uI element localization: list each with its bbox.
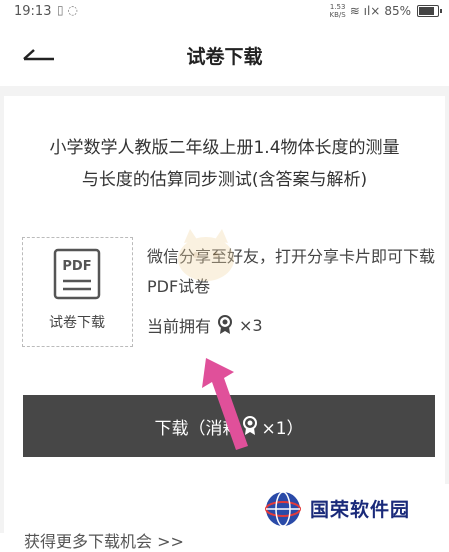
nav-bar: 试卷下载 <box>0 24 449 86</box>
download-card: 小学数学人教版二年级上册1.4物体长度的测量 与长度的估算同步测试(含答案与解析… <box>4 96 445 551</box>
more-downloads-link[interactable]: 获得更多下载机会 >> <box>24 528 184 552</box>
pdf-icon-text: PDF <box>62 259 91 274</box>
pointer-arrow-icon <box>202 358 248 450</box>
owned-count-row: 当前拥有 ×3 <box>147 313 263 337</box>
battery-icon <box>417 5 442 17</box>
download-button-suffix: ×1） <box>261 418 304 439</box>
network-speed-value: 1.53 <box>329 3 346 11</box>
status-time: 19:13 <box>14 4 52 19</box>
site-logo: 国荣软件园 <box>250 484 449 533</box>
document-title-line1: 小学数学人教版二年级上册1.4物体长度的测量 <box>49 138 400 158</box>
medal-icon <box>218 315 233 334</box>
page-title: 试卷下载 <box>186 46 263 68</box>
notification-icons: ▯ ◌ <box>57 3 78 17</box>
pdf-download-label: 试卷下载 <box>49 315 105 331</box>
mascot-watermark-icon <box>178 229 234 281</box>
network-speed-unit: KB/S <box>329 11 346 19</box>
logo-text: 国荣软件园 <box>310 499 411 521</box>
document-title: 小学数学人教版二年级上册1.4物体长度的测量 与长度的估算同步测试(含答案与解析… <box>16 132 433 196</box>
pdf-download-box[interactable]: PDF 试卷下载 <box>22 237 133 347</box>
document-title-line2: 与长度的估算同步测试(含答案与解析) <box>81 170 368 190</box>
pdf-file-icon: PDF <box>53 248 101 300</box>
status-right-group: 1.53 KB/S ≋ ıl× 85% <box>330 3 442 19</box>
content-area: 小学数学人教版二年级上册1.4物体长度的测量 与长度的估算同步测试(含答案与解析… <box>0 86 449 551</box>
signal-icon: ≋ ıl× <box>349 4 381 18</box>
status-bar: 19:13 ▯ ◌ 1.53 KB/S ≋ ıl× 85% <box>0 0 449 24</box>
network-speed: 1.53 KB/S <box>330 3 346 19</box>
globe-logo-icon <box>265 490 301 527</box>
owned-count: ×3 <box>239 315 263 335</box>
battery-percent: 85% <box>384 4 411 18</box>
owned-prefix: 当前拥有 <box>147 317 212 336</box>
